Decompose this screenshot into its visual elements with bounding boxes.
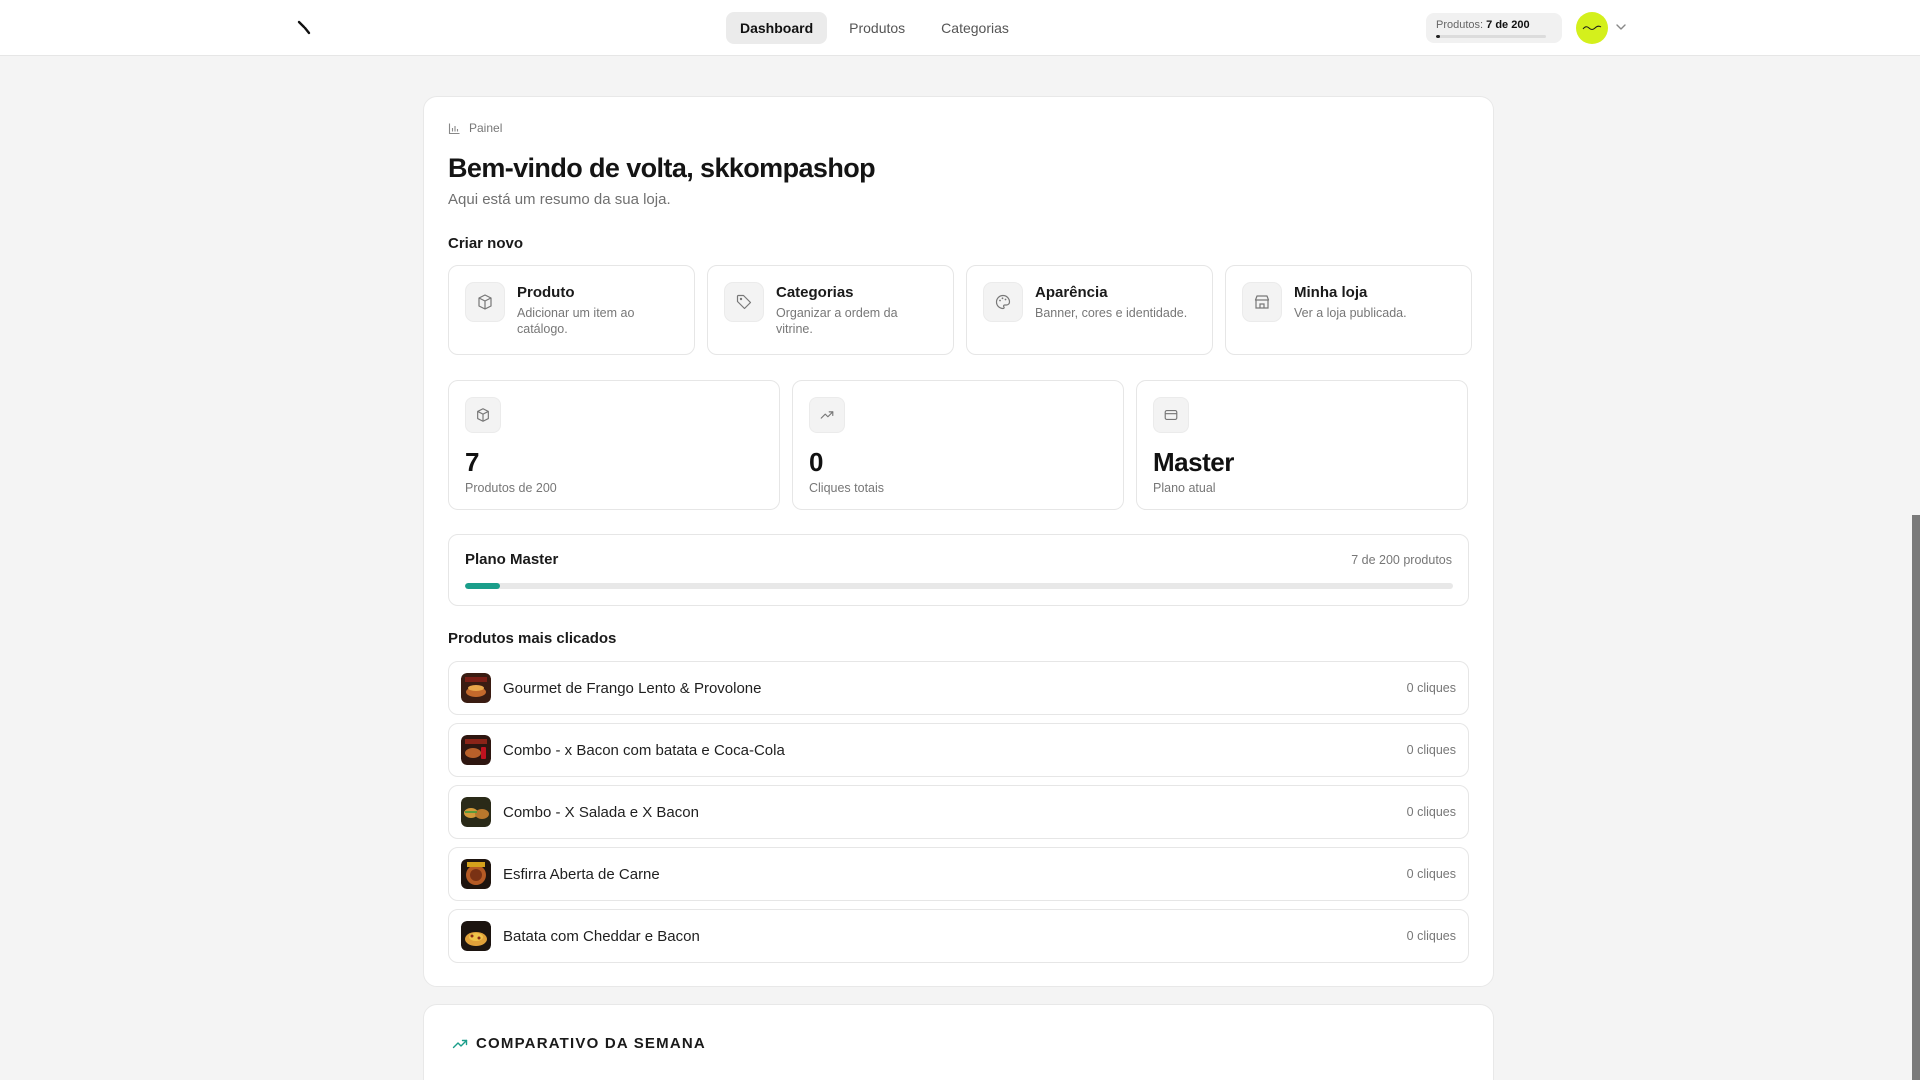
list-item[interactable]: Combo - x Bacon com batata e Coca-Cola 0… [448,723,1469,777]
logo-icon[interactable] [296,19,314,37]
product-clicks: 0 cliques [1406,743,1456,757]
product-name: Gourmet de Frango Lento & Provolone [503,679,762,697]
stat-plan: Master Plano atual [1136,380,1468,510]
main-nav: Dashboard Produtos Categorias [726,12,1023,44]
stat-value: 7 [465,447,479,477]
weekly-comparison-title: COMPARATIVO DA SEMANA [476,1035,706,1052]
stat-value: Master [1153,447,1234,477]
list-item[interactable]: Esfirra Aberta de Carne 0 cliques [448,847,1469,901]
trending-up-icon [820,411,834,419]
product-thumbnail [461,921,491,951]
quick-desc: Adicionar um item ao catálogo. [517,306,635,336]
stat-label: Cliques totais [809,481,885,495]
bar-chart-icon [448,123,460,134]
quick-title: Minha loja [1294,284,1368,301]
product-clicks: 0 cliques [1406,805,1456,819]
product-thumbnail [461,797,491,827]
product-name: Combo - x Bacon com batata e Coca-Cola [503,741,785,759]
product-thumbnail [461,673,491,703]
breadcrumb: Painel [448,121,502,135]
tag-icon [736,294,752,310]
palette-icon [995,294,1011,310]
create-new-label: Criar novo [448,235,524,252]
plan-usage: Plano Master 7 de 200 produtos [448,534,1469,606]
product-name: Batata com Cheddar e Bacon [503,927,700,945]
dashboard-card: Painel Bem-vindo de volta, skkompashop A… [423,96,1494,987]
stat-value: 0 [809,447,823,477]
create-product-card[interactable]: Produto Adicionar um item ao catálogo. [448,265,695,355]
create-new-row: Produto Adicionar um item ao catálogo. C… [448,265,1472,355]
nav-produtos[interactable]: Produtos [835,12,919,44]
brand-mark-icon [1582,25,1602,30]
store-icon [1254,295,1270,309]
product-thumbnail [461,859,491,889]
quick-desc: Organizar a ordem da vitrine. [776,306,898,336]
product-quota: Produtos: 7 de 200 [1426,13,1562,43]
product-thumbnail [461,735,491,765]
top-bar: Dashboard Produtos Categorias Produtos: … [0,0,1920,56]
breadcrumb-label: Painel [469,121,503,135]
page-title: Bem-vindo de volta, skkompashop [448,153,876,183]
box-icon [477,408,489,422]
create-categories-card[interactable]: Categorias Organizar a ordem da vitrine. [707,265,954,355]
quota-bar [1436,35,1546,38]
stats-row: 7 Produtos de 200 0 Cliques totais Maste… [448,380,1468,510]
box-icon [478,294,492,310]
plan-title: Plano Master [465,551,559,568]
stat-clicks: 0 Cliques totais [792,380,1124,510]
plan-progress-fill [465,583,500,589]
page-subtitle: Aqui está um resumo da sua loja. [448,191,671,208]
trending-up-icon [452,1039,468,1048]
my-store-card[interactable]: Minha loja Ver a loja publicada. [1225,265,1472,355]
quota-bar-fill [1436,35,1440,38]
quick-title: Aparência [1035,284,1108,301]
plan-progress-bar [465,583,1453,589]
list-item[interactable]: Batata com Cheddar e Bacon 0 cliques [448,909,1469,963]
product-clicks: 0 cliques [1406,681,1456,695]
weekly-comparison-card: COMPARATIVO DA SEMANA [423,1004,1494,1080]
nav-dashboard[interactable]: Dashboard [726,12,828,44]
appearance-card[interactable]: Aparência Banner, cores e identidade. [966,265,1213,355]
quick-title: Produto [517,284,575,301]
product-name: Combo - X Salada e X Bacon [503,803,699,821]
quick-desc: Ver a loja publicada. [1294,306,1407,320]
nav-categorias[interactable]: Categorias [927,12,1023,44]
quota-value: 7 de 200 [1486,19,1530,31]
quick-desc: Banner, cores e identidade. [1035,306,1188,320]
chevron-down-icon[interactable] [1614,20,1628,34]
credit-card-icon [1164,409,1178,421]
product-clicks: 0 cliques [1406,929,1456,943]
scrollbar-thumb[interactable] [1912,515,1920,1080]
product-name: Esfirra Aberta de Carne [503,865,660,883]
list-item[interactable]: Combo - X Salada e X Bacon 0 cliques [448,785,1469,839]
stat-label: Produtos de 200 [465,481,557,495]
top-products-label: Produtos mais clicados [448,630,617,647]
avatar[interactable] [1576,12,1608,44]
stat-products: 7 Produtos de 200 [448,380,780,510]
weekly-comparison-header: COMPARATIVO DA SEMANA [452,1035,706,1052]
plan-count: 7 de 200 produtos [1351,553,1452,567]
list-item[interactable]: Gourmet de Frango Lento & Provolone 0 cl… [448,661,1469,715]
top-products-list: Gourmet de Frango Lento & Provolone 0 cl… [448,661,1469,971]
quick-title: Categorias [776,284,854,301]
product-clicks: 0 cliques [1406,867,1456,881]
stat-label: Plano atual [1153,481,1216,495]
quota-label: Produtos: [1436,19,1484,31]
